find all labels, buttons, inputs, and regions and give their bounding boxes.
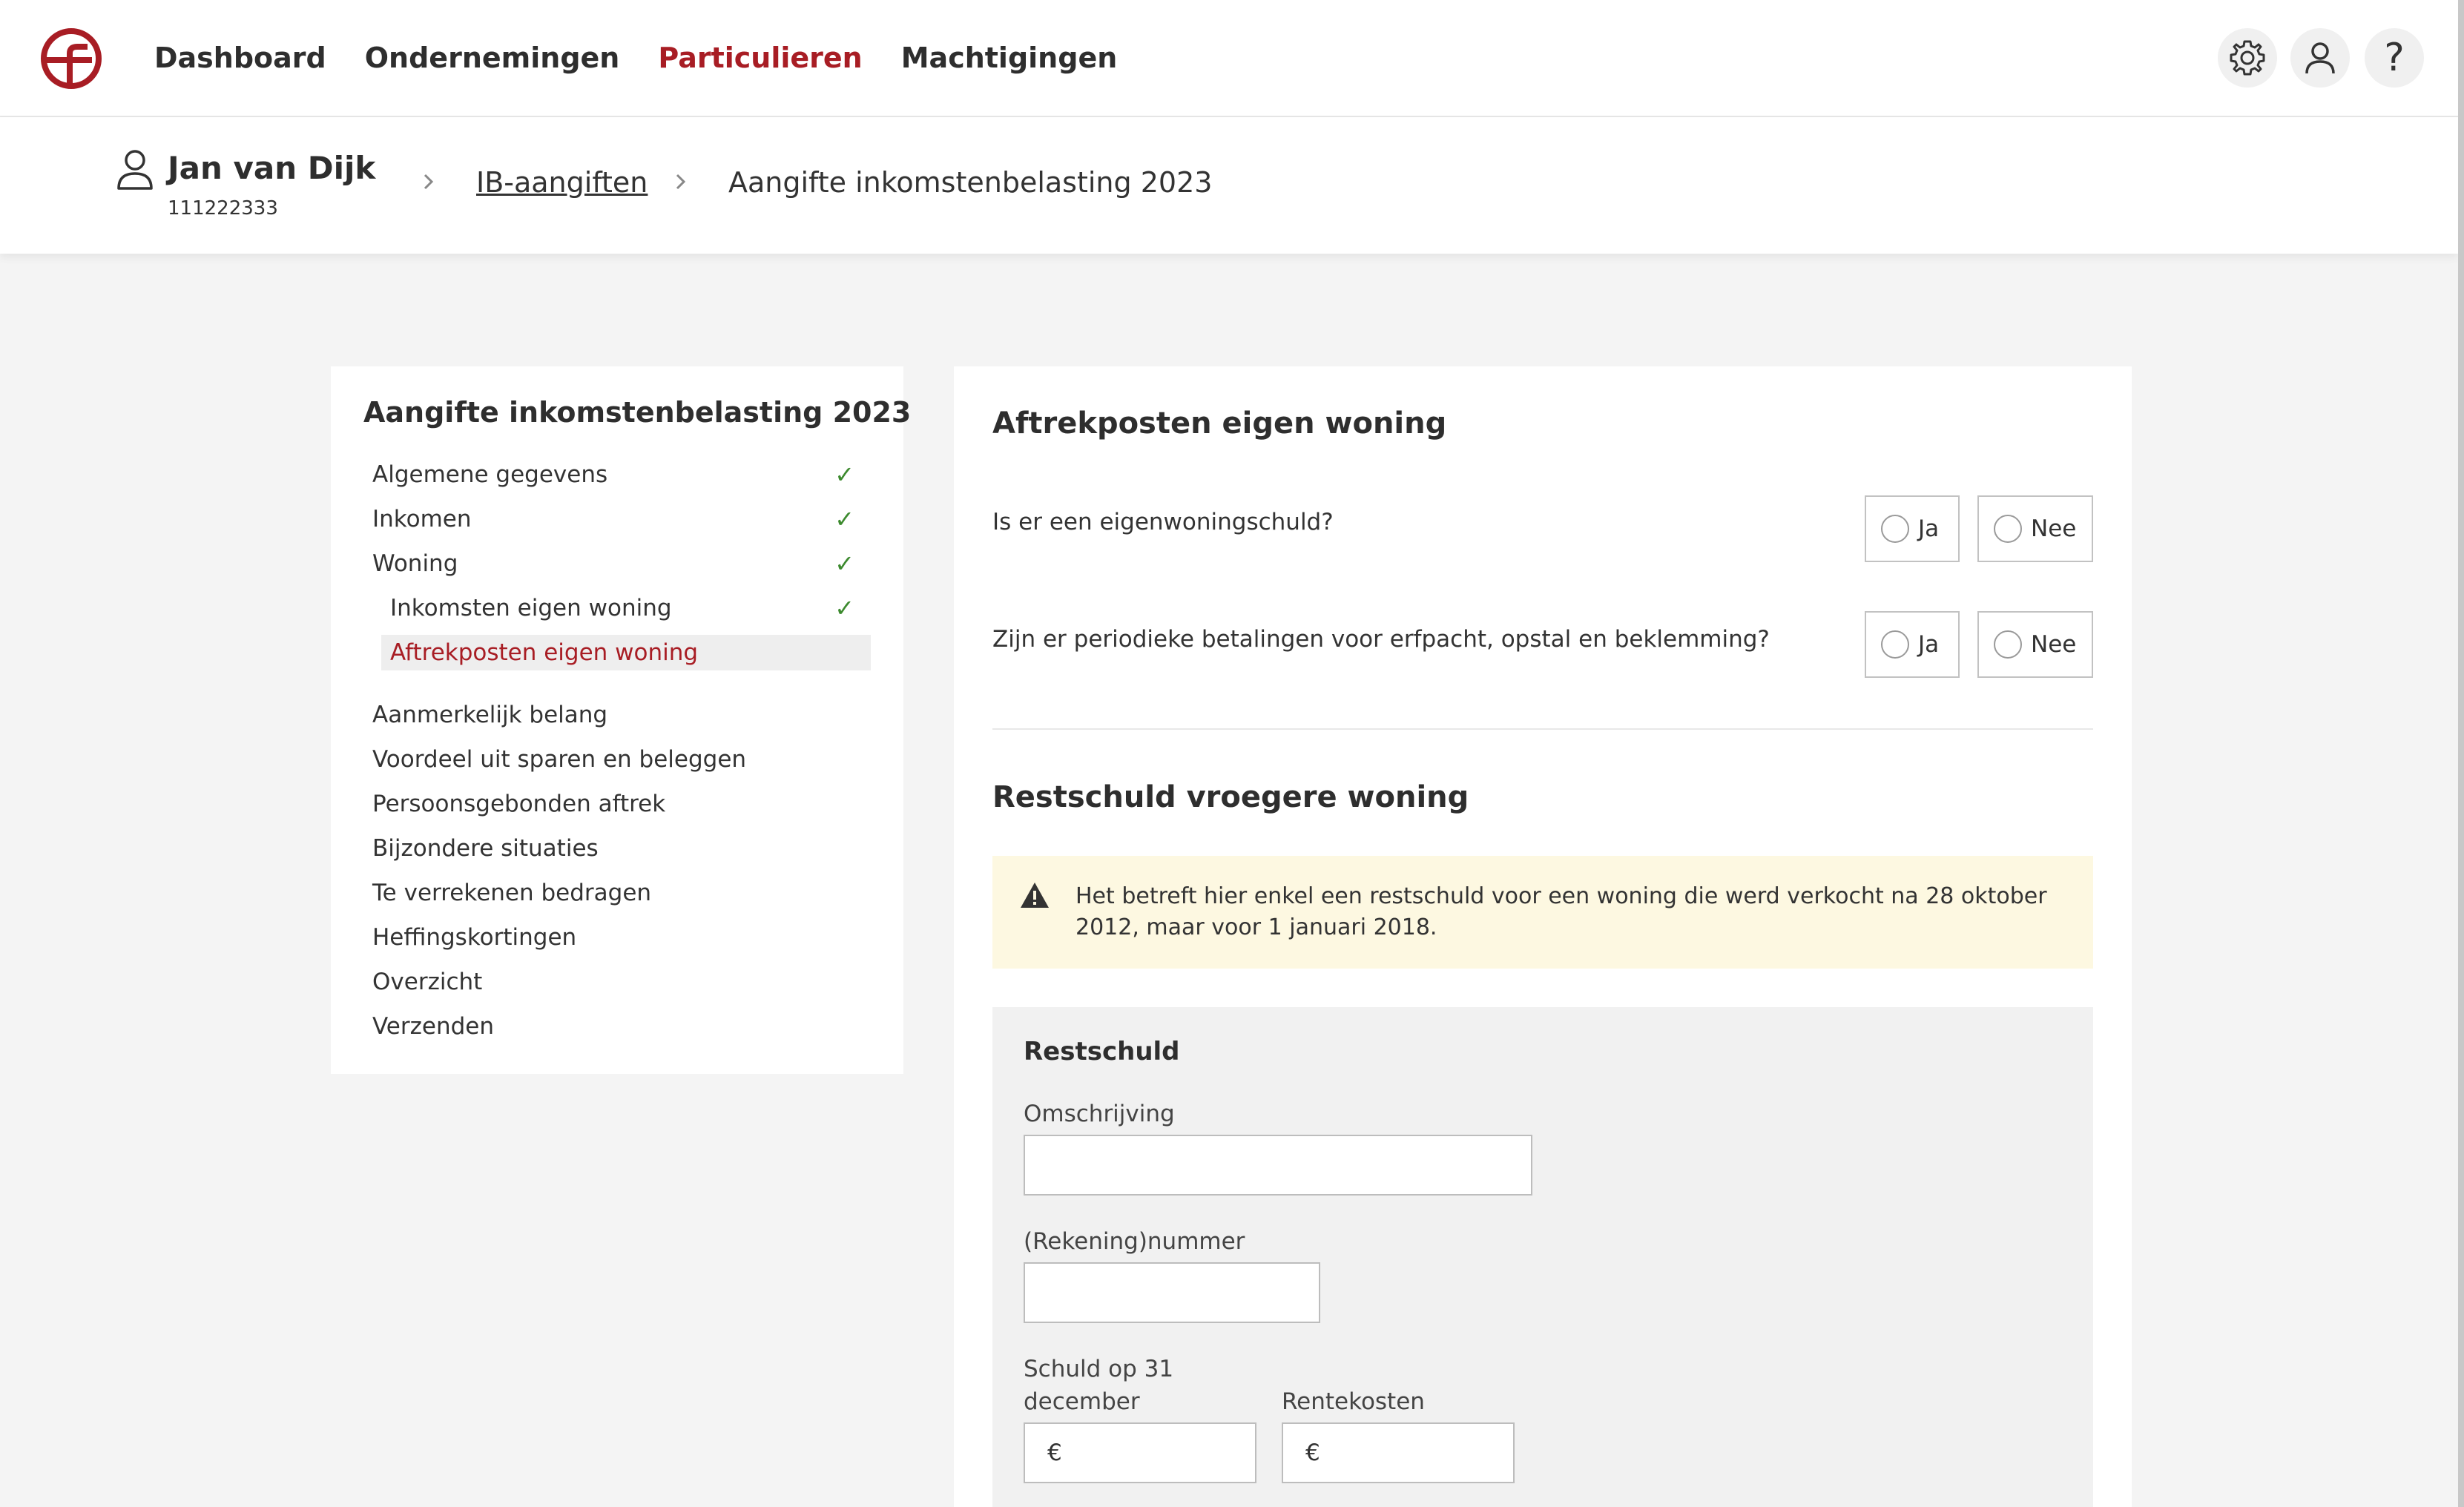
radio-label: Nee (2031, 631, 2077, 658)
sidebar-item-label: Inkomen (372, 506, 472, 532)
notice-text: Het betreft hier enkel een restschuld vo… (1075, 883, 2047, 940)
schuld-input[interactable] (1069, 1425, 1255, 1481)
user-id: 111222333 (168, 197, 278, 220)
schuld-label: Schuld op 31 december (1024, 1356, 1174, 1415)
question-erfpacht: Zijn er periodieke betalingen voor erfpa… (992, 626, 1770, 653)
check-icon: ✓ (834, 505, 854, 533)
nav-ondernemingen[interactable]: Ondernemingen (365, 42, 620, 74)
rentekosten-input[interactable] (1327, 1425, 1513, 1481)
sidebar-item-label: Persoonsgebonden aftrek (372, 791, 666, 817)
rekeningnummer-input[interactable] (1024, 1262, 1320, 1323)
chevron-right-icon (424, 174, 434, 190)
person-icon (117, 150, 153, 190)
sidebar-item-aftrekposten-eigen-woning[interactable]: Aftrekposten eigen woning (381, 635, 871, 670)
user-name: Jan van Dijk (168, 150, 376, 186)
sidebar-item-label: Heffingskortingen (372, 924, 577, 951)
radio-label: Ja (1918, 631, 1940, 658)
main-panel: Aftrekposten eigen woning Is er een eige… (954, 366, 2132, 1507)
sidebar-item-te-verrekenen-bedragen[interactable]: Te verrekenen bedragen (372, 875, 862, 911)
rentekosten-field[interactable]: € (1282, 1422, 1515, 1483)
radio-erfpacht-ja[interactable]: Ja (1865, 611, 1960, 678)
sidebar-item-label: Bijzondere situaties (372, 835, 599, 862)
nav-dashboard[interactable]: Dashboard (154, 42, 326, 74)
main-nav: Dashboard Ondernemingen Particulieren Ma… (154, 0, 1156, 116)
warning-icon (1021, 883, 1049, 908)
sidebar-item-label: Aanmerkelijk belang (372, 702, 608, 728)
warning-notice: Het betreft hier enkel een restschuld vo… (992, 856, 2093, 969)
sidebar-item-inkomen[interactable]: Inkomen ✓ (372, 501, 862, 537)
check-icon: ✓ (834, 461, 854, 489)
top-navigation-bar: Dashboard Ondernemingen Particulieren Ma… (0, 0, 2458, 117)
radio-eigenwoningschuld-ja[interactable]: Ja (1865, 495, 1960, 562)
radio-circle-icon (1994, 630, 2022, 659)
sidebar-item-label: Te verrekenen bedragen (372, 880, 652, 906)
form-title: Restschuld (1024, 1037, 1180, 1066)
logo-icon[interactable] (37, 27, 105, 90)
sidebar-item-label: Overzicht (372, 969, 483, 995)
radio-circle-icon (1881, 515, 1909, 543)
sidebar-item-label: Algemene gegevens (372, 461, 608, 488)
sidebar-item-label: Aftrekposten eigen woning (390, 639, 699, 666)
sidebar-item-bijzondere-situaties[interactable]: Bijzondere situaties (372, 831, 862, 866)
nav-machtigingen[interactable]: Machtigingen (901, 42, 1118, 74)
scrollbar[interactable] (2458, 0, 2464, 1507)
settings-button[interactable] (2218, 28, 2277, 88)
omschrijving-input[interactable] (1024, 1135, 1532, 1196)
radio-circle-icon (1881, 630, 1909, 659)
step-sidebar: Aangifte inkomstenbelasting 2023 Algemen… (331, 366, 911, 1074)
sidebar-item-label: Woning (372, 550, 458, 577)
check-icon: ✓ (834, 550, 854, 578)
radio-erfpacht-nee[interactable]: Nee (1977, 611, 2093, 678)
radio-eigenwoningschuld-nee[interactable]: Nee (1977, 495, 2093, 562)
section-divider (992, 728, 2093, 730)
rekeningnummer-label: (Rekening)nummer (1024, 1228, 1245, 1255)
section-title-restschuld: Restschuld vroegere woning (992, 780, 1469, 814)
sidebar-item-aanmerkelijk-belang[interactable]: Aanmerkelijk belang (372, 697, 862, 733)
sidebar-item-label: Voordeel uit sparen en beleggen (372, 746, 747, 773)
sidebar-item-heffingskortingen[interactable]: Heffingskortingen (372, 920, 862, 955)
breadcrumb-ib-aangiften[interactable]: IB-aangiften (476, 166, 648, 199)
sidebar-item-label: Verzenden (372, 1013, 495, 1040)
breadcrumb-current: Aangifte inkomstenbelasting 2023 (728, 166, 1213, 199)
sidebar-item-persoonsgebonden-aftrek[interactable]: Persoonsgebonden aftrek (372, 786, 862, 822)
radio-circle-icon (1994, 515, 2022, 543)
schuld-field[interactable]: € (1024, 1422, 1256, 1483)
sidebar-item-woning[interactable]: Woning ✓ (372, 546, 862, 581)
sidebar-item-verzenden[interactable]: Verzenden (372, 1009, 862, 1044)
radio-label: Ja (1918, 515, 1940, 542)
sidebar-item-label: Inkomsten eigen woning (390, 595, 672, 621)
check-icon: ✓ (834, 594, 854, 622)
account-button[interactable] (2290, 28, 2350, 88)
radio-label: Nee (2031, 515, 2077, 542)
help-icon: ? (2384, 36, 2405, 80)
context-header: Jan van Dijk 111222333 IB-aangiften Aang… (0, 117, 2458, 254)
rentekosten-label: Rentekosten (1282, 1388, 1425, 1415)
sidebar-item-overzicht[interactable]: Overzicht (372, 964, 862, 1000)
user-icon (2305, 42, 2335, 74)
section-title-aftrekposten: Aftrekposten eigen woning (992, 406, 1447, 441)
restschuld-form: Restschuld Omschrijving (Rekening)nummer… (992, 1007, 2093, 1507)
sidebar-item-inkomsten-eigen-woning[interactable]: Inkomsten eigen woning ✓ (390, 590, 862, 626)
question-eigenwoningschuld: Is er een eigenwoningschuld? (992, 509, 1334, 535)
sidebar-title: Aangifte inkomstenbelasting 2023 (363, 396, 912, 429)
sidebar-item-sparen-beleggen[interactable]: Voordeel uit sparen en beleggen (372, 742, 862, 777)
sidebar-item-algemene-gegevens[interactable]: Algemene gegevens ✓ (372, 457, 862, 492)
help-button[interactable]: ? (2365, 28, 2424, 88)
euro-symbol: € (1305, 1440, 1320, 1466)
gear-icon (2230, 40, 2265, 76)
nav-particulieren[interactable]: Particulieren (658, 42, 862, 74)
chevron-right-icon (676, 174, 686, 190)
euro-symbol: € (1047, 1440, 1062, 1466)
omschrijving-label: Omschrijving (1024, 1101, 1175, 1127)
